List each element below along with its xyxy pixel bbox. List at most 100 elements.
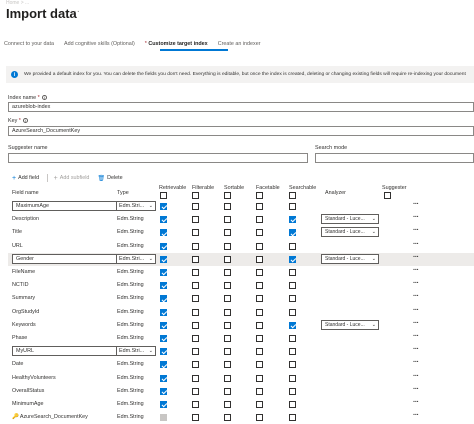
index-name-input[interactable]: azureblob-index xyxy=(8,102,474,112)
suggester-name-input[interactable] xyxy=(8,153,308,163)
sortable-checkbox[interactable] xyxy=(224,308,231,316)
searchable-checkbox[interactable] xyxy=(289,374,296,382)
sortable-checkbox[interactable] xyxy=(224,255,231,263)
tab-create-indexer[interactable]: Create an indexer xyxy=(218,41,261,47)
field-name-input[interactable]: MaximumAge xyxy=(12,201,118,211)
sortable-checkbox[interactable] xyxy=(224,295,231,303)
table-row[interactable]: URL Edm.String ··· xyxy=(8,240,474,253)
sortable-checkbox[interactable] xyxy=(224,269,231,276)
more-options-icon[interactable]: ··· xyxy=(413,373,419,380)
filterable-checkbox[interactable] xyxy=(192,348,199,356)
searchable-checkbox[interactable] xyxy=(289,229,296,237)
searchable-checkbox[interactable] xyxy=(289,216,296,224)
sortable-checkbox[interactable] xyxy=(224,203,231,210)
facetable-checkbox[interactable] xyxy=(256,387,263,395)
table-row[interactable]: Title Edm.String Standard - Luce... ⌄ ··· xyxy=(8,226,474,239)
title-more-icon[interactable]: ··· xyxy=(70,6,80,17)
sortable-checkbox[interactable] xyxy=(224,414,231,422)
sortable-checkbox[interactable] xyxy=(224,374,231,382)
retrievable-checkbox[interactable] xyxy=(160,295,167,303)
table-row[interactable]: NCTID Edm.String ··· xyxy=(8,279,474,292)
key-select[interactable]: AzureSearch_DocumentKey xyxy=(8,126,474,136)
sortable-checkbox[interactable] xyxy=(224,387,231,395)
select-all-retrievable[interactable] xyxy=(160,192,167,199)
more-options-icon[interactable]: ··· xyxy=(413,254,419,261)
filterable-checkbox[interactable] xyxy=(192,387,199,395)
facetable-checkbox[interactable] xyxy=(256,229,263,237)
field-type-select[interactable]: Edm.Stri... ⌄ xyxy=(116,346,156,357)
filterable-checkbox[interactable] xyxy=(192,414,199,422)
searchable-checkbox[interactable] xyxy=(289,295,296,303)
sortable-checkbox[interactable] xyxy=(224,282,231,290)
more-options-icon[interactable]: ··· xyxy=(413,307,419,314)
table-row[interactable]: OrgStudyId Edm.String ··· xyxy=(8,306,474,319)
facetable-checkbox[interactable] xyxy=(256,348,263,356)
sortable-checkbox[interactable] xyxy=(224,361,231,369)
facetable-checkbox[interactable] xyxy=(256,255,263,263)
sortable-checkbox[interactable] xyxy=(224,242,231,250)
filterable-checkbox[interactable] xyxy=(192,374,199,382)
info-circle-icon[interactable]: i xyxy=(41,95,47,101)
field-type-select[interactable]: Edm.Stri... ⌄ xyxy=(116,201,156,211)
more-options-icon[interactable]: ··· xyxy=(413,227,419,234)
filterable-checkbox[interactable] xyxy=(192,335,199,342)
searchable-checkbox[interactable] xyxy=(289,387,296,395)
retrievable-checkbox[interactable] xyxy=(160,361,167,369)
searchable-checkbox[interactable] xyxy=(289,321,296,329)
breadcrumb[interactable]: Home > ... xyxy=(6,0,29,5)
facetable-checkbox[interactable] xyxy=(256,269,263,276)
facetable-checkbox[interactable] xyxy=(256,308,263,316)
facetable-checkbox[interactable] xyxy=(256,295,263,303)
analyzer-select[interactable]: Standard - Luce... ⌄ xyxy=(321,227,379,238)
add-field-button[interactable]: + Add field xyxy=(12,175,39,182)
filterable-checkbox[interactable] xyxy=(192,282,199,290)
table-row[interactable]: MinimumAge Edm.String ··· xyxy=(8,398,474,411)
info-circle-icon[interactable]: i xyxy=(22,118,28,124)
facetable-checkbox[interactable] xyxy=(256,361,263,369)
facetable-checkbox[interactable] xyxy=(256,414,263,422)
filterable-checkbox[interactable] xyxy=(192,229,199,237)
field-name-input[interactable]: Gender xyxy=(12,253,118,264)
table-row[interactable]: HealthyVolunteers Edm.String ··· xyxy=(8,372,474,385)
retrievable-checkbox[interactable] xyxy=(160,203,167,210)
retrievable-checkbox[interactable] xyxy=(160,401,167,408)
table-row[interactable]: OverallStatus Edm.String ··· xyxy=(8,385,474,398)
searchable-checkbox[interactable] xyxy=(289,203,296,210)
tab-customize-index[interactable]: Customize target index xyxy=(145,41,207,47)
table-row[interactable]: Date Edm.String ··· xyxy=(8,358,474,371)
facetable-checkbox[interactable] xyxy=(256,374,263,382)
sortable-checkbox[interactable] xyxy=(224,348,231,356)
more-options-icon[interactable]: ··· xyxy=(413,267,419,274)
more-options-icon[interactable]: ··· xyxy=(413,280,419,287)
filterable-checkbox[interactable] xyxy=(192,321,199,329)
facetable-checkbox[interactable] xyxy=(256,216,263,224)
analyzer-select[interactable]: Standard - Luce... ⌄ xyxy=(321,214,379,225)
filterable-checkbox[interactable] xyxy=(192,255,199,263)
searchable-checkbox[interactable] xyxy=(289,255,296,263)
filterable-checkbox[interactable] xyxy=(192,308,199,316)
table-row[interactable]: MyURL Edm.Stri... ⌄ ··· xyxy=(8,345,474,358)
sortable-checkbox[interactable] xyxy=(224,216,231,224)
analyzer-select[interactable]: Standard - Luce... ⌄ xyxy=(321,319,379,330)
table-row[interactable]: Gender Edm.Stri... ⌄ Standard - Luce... ⌄ ··· xyxy=(8,252,474,266)
tab-connect-data[interactable]: Connect to your data xyxy=(4,41,54,47)
more-options-icon[interactable]: ··· xyxy=(413,214,419,221)
retrievable-checkbox[interactable] xyxy=(160,269,167,276)
retrievable-checkbox[interactable] xyxy=(160,255,167,263)
add-subfield-button[interactable]: + Add subfield xyxy=(54,175,90,182)
retrievable-checkbox[interactable] xyxy=(160,321,167,329)
searchable-checkbox[interactable] xyxy=(289,401,296,408)
facetable-checkbox[interactable] xyxy=(256,282,263,290)
facetable-checkbox[interactable] xyxy=(256,203,263,210)
table-row[interactable]: Summary Edm.String ··· xyxy=(8,292,474,305)
facetable-checkbox[interactable] xyxy=(256,321,263,329)
retrievable-checkbox[interactable] xyxy=(160,387,167,395)
searchable-checkbox[interactable] xyxy=(289,348,296,356)
facetable-checkbox[interactable] xyxy=(256,401,263,408)
filterable-checkbox[interactable] xyxy=(192,269,199,276)
select-all-searchable[interactable] xyxy=(289,192,296,199)
delete-button[interactable]: 🗑 Delete xyxy=(97,175,122,182)
table-row[interactable]: MaximumAge Edm.Stri... ⌄ ··· xyxy=(8,200,474,213)
table-row[interactable]: Description Edm.String Standard - Luce... ⌄… xyxy=(8,213,474,226)
more-options-icon[interactable]: ··· xyxy=(413,412,419,419)
